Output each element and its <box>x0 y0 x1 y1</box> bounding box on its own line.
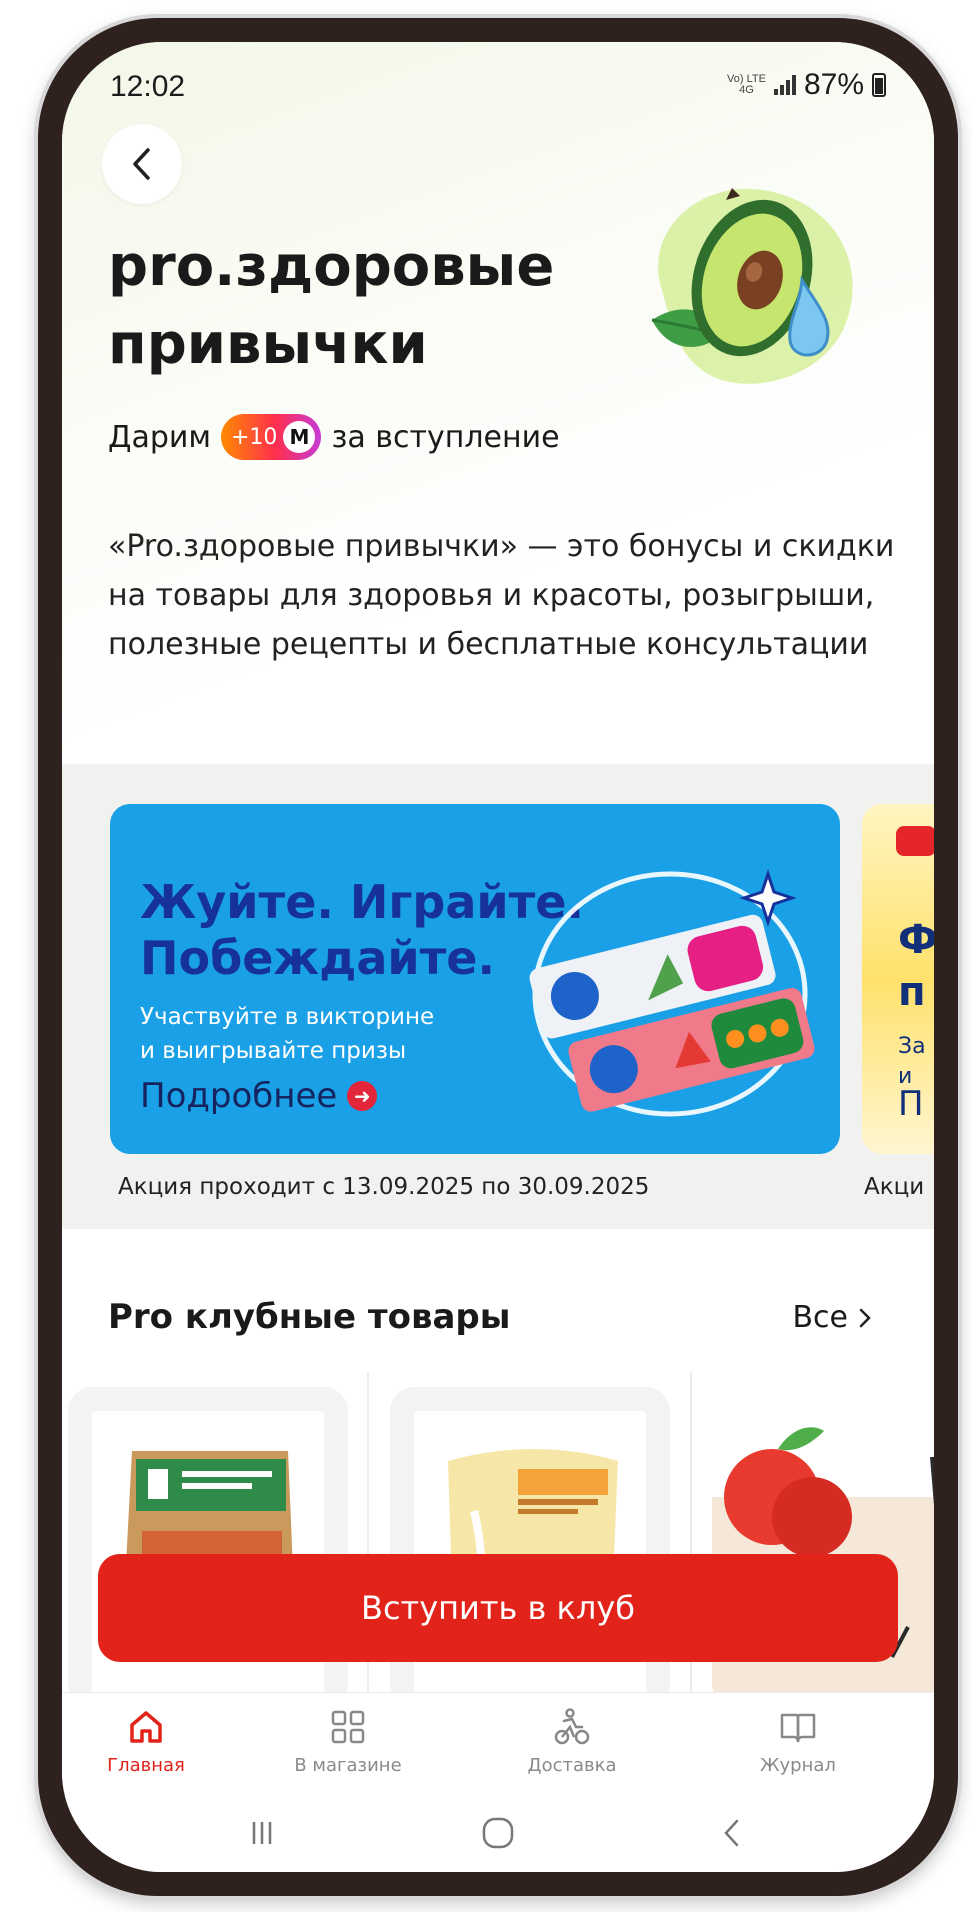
promo-dates: Акция проходит с 13.09.2025 по 30.09.202… <box>118 1174 650 1200</box>
promo-next-subtitle: За и <box>898 1032 926 1092</box>
points-badge: +10 М <box>221 414 322 460</box>
club-description: «Pro.здоровые привычки» — это бонусы и с… <box>108 529 895 662</box>
home-icon <box>62 1707 246 1747</box>
points-coin-icon: М <box>283 421 316 453</box>
gift-prefix: Дарим <box>108 419 211 455</box>
gift-suffix: за вступление <box>331 419 560 455</box>
promo-next-subtitle-line-1: За <box>898 1034 926 1059</box>
promo-more-label: Подробнее <box>140 1076 338 1116</box>
status-indicators: Vo) LTE 4G 87% <box>727 68 886 102</box>
promo-more-link[interactable]: Подробнее ➜ <box>140 1076 378 1116</box>
back-button[interactable] <box>102 124 182 204</box>
chevron-left-icon <box>133 148 150 180</box>
product-divider <box>690 1372 692 1732</box>
gum-packs-illustration <box>529 869 815 1117</box>
see-all-label: Все <box>792 1300 848 1335</box>
tab-journal-label: Журнал <box>760 1755 836 1776</box>
courier-icon <box>472 1707 672 1747</box>
network-indicator: Vo) LTE 4G <box>727 74 766 96</box>
points-value: +10 <box>231 424 278 450</box>
home-circle-icon[interactable] <box>448 1808 548 1858</box>
page-title: pro.здоровые привычки <box>108 234 555 377</box>
chevron-right-icon <box>859 1308 871 1327</box>
see-all-link[interactable]: Все <box>792 1300 872 1335</box>
battery-icon <box>872 73 886 97</box>
promo-next-title-line-1: Ф <box>898 917 934 963</box>
tab-home-label: Главная <box>107 1755 185 1776</box>
promo-subtitle-line-1: Участвуйте в викторине <box>140 1004 435 1030</box>
app-screen: 12:02 Vo) LTE 4G 87% pro.здоровые привыч… <box>62 42 934 1872</box>
section-title: Pro клубные товары <box>108 1297 511 1337</box>
network-line-2: 4G <box>739 84 754 96</box>
tab-journal[interactable]: Журнал <box>698 1707 898 1776</box>
grid-icon <box>248 1707 448 1747</box>
book-icon <box>698 1707 898 1747</box>
tab-delivery[interactable]: Доставка <box>472 1707 672 1776</box>
avocado-illustration <box>622 160 872 410</box>
join-club-button[interactable]: Вступить в клуб <box>98 1554 898 1662</box>
battery-percent: 87% <box>803 68 864 101</box>
status-time: 12:02 <box>110 70 186 103</box>
tab-in-store[interactable]: В магазине <box>248 1707 448 1776</box>
promo-next-title: Ф п <box>898 914 934 1018</box>
promo-card-next[interactable]: Ф п За и П <box>862 804 934 1154</box>
recents-icon[interactable] <box>212 1808 312 1858</box>
system-nav-bar <box>62 1794 934 1872</box>
promo-tag <box>896 826 934 856</box>
bottom-tab-bar: Главная В магазине Доставка Журнал <box>62 1692 934 1792</box>
back-arrow-icon[interactable] <box>682 1808 782 1858</box>
promo-subtitle: Участвуйте в викторине и выигрывайте при… <box>140 1000 434 1068</box>
promo-next-dates: Акци <box>864 1174 925 1200</box>
promo-next-more: П <box>898 1084 924 1124</box>
signal-icon <box>773 75 796 95</box>
status-bar: 12:02 Vo) LTE 4G 87% <box>62 42 934 103</box>
promo-subtitle-line-2: и выигрывайте призы <box>140 1038 407 1064</box>
product-divider <box>367 1372 369 1732</box>
promo-card-quiz[interactable]: Жуйте. Играйте. Побеждайте. Участвуйте в… <box>110 804 840 1154</box>
tab-home[interactable]: Главная <box>62 1707 246 1776</box>
tab-in-store-label: В магазине <box>294 1755 402 1776</box>
arrow-right-icon: ➜ <box>347 1081 378 1111</box>
tab-delivery-label: Доставка <box>527 1755 617 1776</box>
promo-next-title-line-2: п <box>898 969 926 1015</box>
join-bonus-line: Дарим +10 М за вступление <box>108 414 560 460</box>
promo-carousel[interactable]: Жуйте. Играйте. Побеждайте. Участвуйте в… <box>62 764 934 1229</box>
